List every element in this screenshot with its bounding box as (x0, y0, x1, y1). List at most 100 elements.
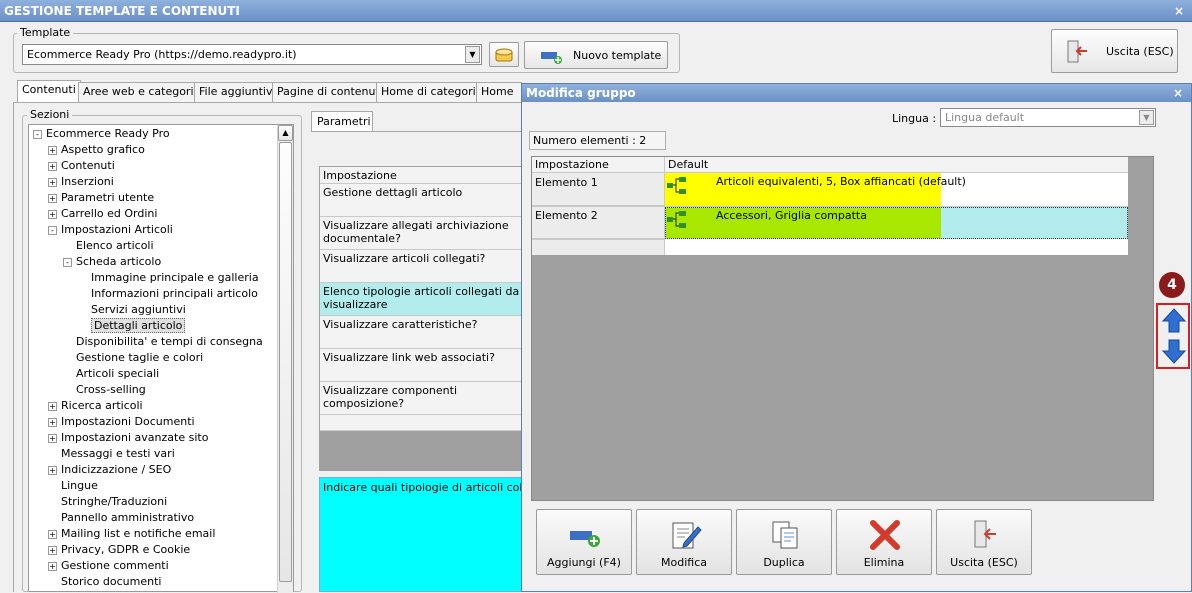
chevron-down-icon[interactable]: ▼ (1139, 110, 1154, 125)
param-row[interactable]: Gestione dettagli articolo (320, 184, 524, 217)
tree-item[interactable]: Servizi aggiuntivi (91, 302, 186, 318)
tree-item-label: Servizi aggiuntivi (91, 303, 186, 316)
sections-group-label: Sezioni (27, 108, 73, 121)
duplicate-icon (772, 521, 798, 549)
add-template-icon (541, 52, 562, 64)
tree-item[interactable]: + Privacy, GDPR e Cookie (48, 542, 190, 558)
tree-item[interactable]: + Carrello ed Ordini (48, 206, 157, 222)
step-badge: 4 (1159, 272, 1185, 298)
dialog-exit-label: Uscita (ESC) (950, 556, 1018, 569)
tree-item[interactable]: + Gestione commenti (48, 558, 169, 574)
expand-icon[interactable]: + (48, 529, 57, 539)
template-group-label: Template (17, 26, 74, 39)
param-row[interactable]: Visualizzare componenti composizione? (320, 382, 524, 415)
delete-button[interactable]: Elimina (836, 509, 932, 575)
duplicate-button[interactable]: Duplica (736, 509, 832, 575)
arrow-down-icon (1161, 339, 1187, 364)
row-name[interactable]: Elemento 1 (532, 173, 665, 206)
param-row[interactable]: Elenco tipologie articoli collegati da v… (320, 283, 524, 316)
tree-item[interactable]: Stringhe/Traduzioni (61, 494, 167, 510)
expand-icon[interactable]: + (48, 401, 57, 411)
move-up-button[interactable] (1161, 307, 1187, 334)
expand-icon[interactable]: + (48, 417, 57, 427)
tab-parametri[interactable]: Parametri (311, 111, 373, 132)
tab-home-categoria[interactable]: Home di categoria (376, 82, 488, 102)
tree-item-label: Pannello amministrativo (61, 511, 195, 524)
lingua-select[interactable]: Lingua default ▼ (940, 108, 1156, 127)
expand-icon[interactable]: + (48, 209, 57, 219)
new-template-button[interactable]: Nuovo template (524, 41, 668, 69)
tree-item[interactable]: + Inserzioni (48, 174, 114, 190)
tab-home-di[interactable]: Home di (476, 82, 522, 102)
tree-item[interactable]: Storico documenti (61, 574, 161, 590)
tree-item[interactable]: + Impostazioni Documenti (48, 414, 195, 430)
tree-item-label: Informazioni principali articolo (91, 287, 258, 300)
tree-item[interactable]: Informazioni principali articolo (91, 286, 258, 302)
tree-scrollbar[interactable]: ▲ (277, 125, 293, 593)
param-row-empty (320, 415, 524, 431)
template-select[interactable]: Ecommerce Ready Pro (https://demo.readyp… (22, 44, 482, 65)
exit-icon (1067, 40, 1087, 63)
tree-item[interactable]: Immagine principale e galleria (91, 270, 259, 286)
window-title-bar: GESTIONE TEMPLATE E CONTENUTI × (0, 0, 1192, 22)
tree-item[interactable]: Gestione taglie e colori (76, 350, 203, 366)
tab-pagine-contenuti[interactable]: Pagine di contenuti (272, 82, 388, 102)
tree-item[interactable]: - Scheda articolo (63, 254, 161, 270)
param-row[interactable]: Visualizzare link web associati? (320, 349, 524, 382)
tree-item[interactable]: - Impostazioni Articoli (48, 222, 173, 238)
chevron-down-icon[interactable]: ▼ (465, 46, 480, 63)
param-row[interactable]: Visualizzare caratteristiche? (320, 316, 524, 349)
exit-button[interactable]: Uscita (ESC) (1051, 29, 1178, 73)
add-button[interactable]: Aggiungi (F4) (536, 509, 632, 575)
tree-item[interactable]: Cross-selling (76, 382, 146, 398)
tree-item[interactable]: + Ricerca articoli (48, 398, 143, 414)
lingua-label: Lingua : (892, 112, 937, 125)
tree-item[interactable]: + Impostazioni avanzate sito (48, 430, 208, 446)
collapse-icon[interactable]: - (48, 225, 57, 235)
tab-label: File aggiuntivi (199, 85, 276, 98)
tree-item[interactable]: Dettagli articolo (91, 318, 186, 334)
tree-item[interactable]: - Ecommerce Ready Pro (33, 126, 170, 142)
tree-item[interactable]: + Contenuti (48, 158, 115, 174)
expand-icon[interactable]: + (48, 465, 57, 475)
collapse-icon[interactable]: - (33, 129, 42, 139)
tree-item[interactable]: Lingue (61, 478, 98, 494)
template-icon-button[interactable] (489, 42, 519, 67)
sections-tree[interactable]: - Ecommerce Ready Pro + Aspetto grafico + Con… (28, 124, 294, 593)
scroll-thumb[interactable] (279, 142, 292, 582)
expand-icon[interactable]: + (48, 433, 57, 443)
tab-file-aggiuntivi[interactable]: File aggiuntivi (194, 82, 281, 102)
col-setting-header: Impostazione (532, 157, 665, 173)
row-value-cell[interactable]: Articoli equivalenti, 5, Box affiancati … (665, 173, 966, 206)
tree-item[interactable]: Messaggi e testi vari (61, 446, 175, 462)
expand-icon[interactable]: + (48, 161, 57, 171)
expand-icon[interactable]: + (48, 561, 57, 571)
tree-item-label: Cross-selling (76, 383, 146, 396)
tree-item[interactable]: + Parametri utente (48, 190, 154, 206)
scroll-up-icon[interactable]: ▲ (278, 125, 293, 141)
expand-icon[interactable]: + (48, 545, 57, 555)
expand-icon[interactable]: + (48, 177, 57, 187)
tree-item[interactable]: + Mailing list e notifiche email (48, 526, 215, 542)
close-icon[interactable]: × (1174, 0, 1184, 22)
tree-item[interactable]: + Indicizzazione / SEO (48, 462, 171, 478)
close-icon[interactable]: × (1173, 84, 1183, 102)
tree-item[interactable]: Disponibilita' e tempi di consegna (76, 334, 263, 350)
param-row[interactable]: Visualizzare articoli collegati? (320, 250, 524, 283)
row-name[interactable]: Elemento 2 (532, 207, 665, 239)
collapse-icon[interactable]: - (63, 257, 72, 267)
expand-icon[interactable]: + (48, 193, 57, 203)
tree-item[interactable]: Pannello amministrativo (61, 510, 194, 526)
tree-item[interactable]: + Aspetto grafico (48, 142, 145, 158)
tree-item-label: Impostazioni Articoli (61, 223, 173, 236)
tab-contenuti[interactable]: Contenuti (17, 80, 81, 102)
param-row[interactable]: Visualizzare allegati archiviazione docu… (320, 217, 524, 250)
tab-aree-web[interactable]: Aree web e categorie (78, 82, 206, 102)
row-value-cell-selected[interactable]: Accessori, Griglia compatta (665, 207, 1128, 239)
tree-item[interactable]: Elenco articoli (76, 238, 154, 254)
edit-button[interactable]: Modifica (636, 509, 732, 575)
tree-item[interactable]: Articoli speciali (76, 366, 159, 382)
dialog-exit-button[interactable]: Uscita (ESC) (936, 509, 1032, 575)
move-down-button[interactable] (1161, 338, 1187, 365)
expand-icon[interactable]: + (48, 145, 57, 155)
